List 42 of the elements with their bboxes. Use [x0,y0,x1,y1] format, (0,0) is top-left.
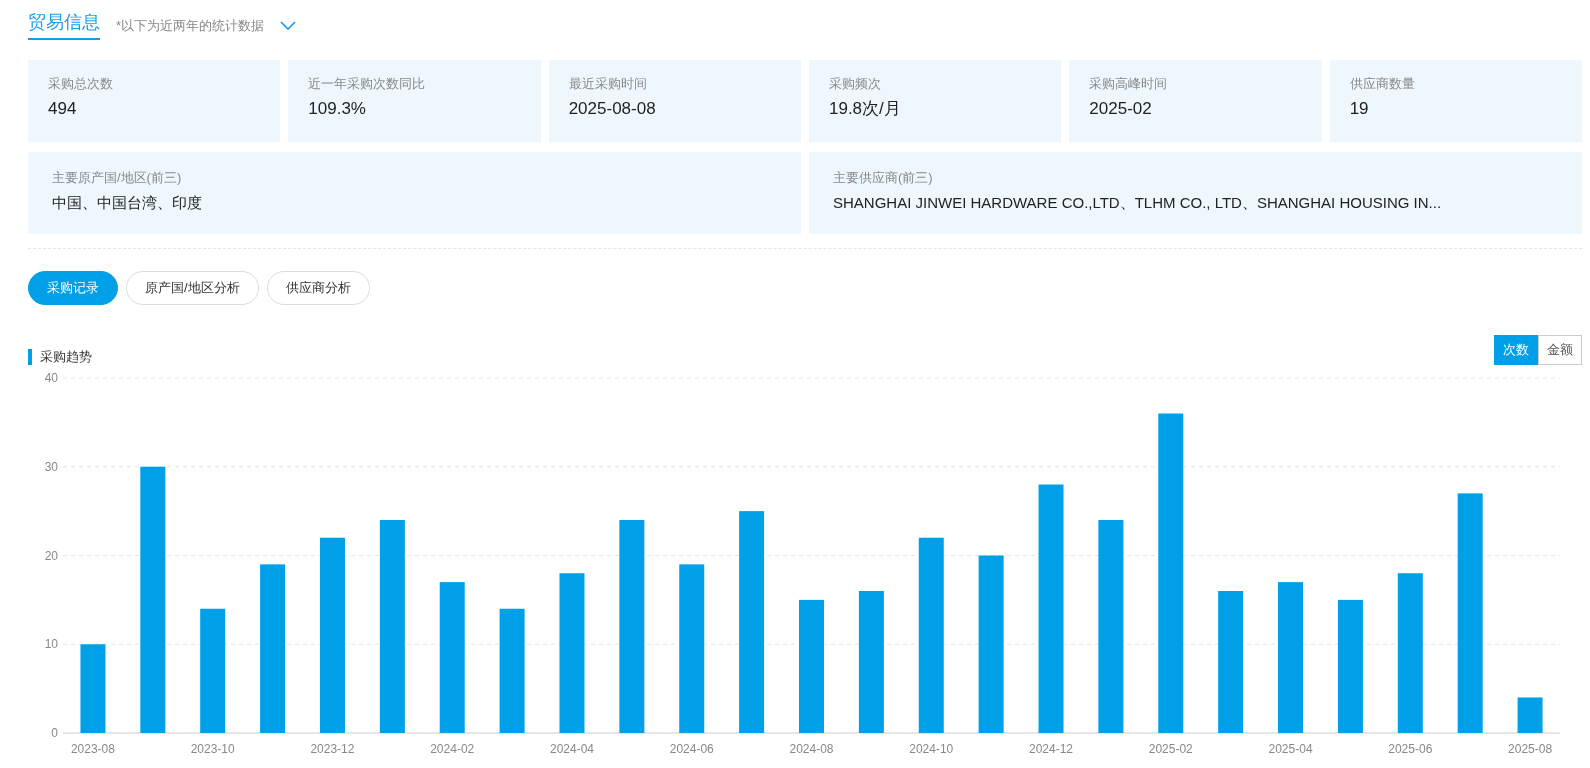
axis-label: 2023-12 [310,741,355,756]
axis-label: 2025-08 [1508,741,1553,756]
axis-label: 2024-02 [430,741,475,756]
stat-label: 近一年采购次数同比 [308,75,427,93]
chevron-down-icon[interactable] [280,21,297,31]
info-value: SHANGHAI JINWEI HARDWARE CO.,LTD、TLHM CO., LTD、SHANGHAI HOUSING IN... [833,192,1443,213]
stat-value: 109.3% [308,97,367,120]
stat-label: 采购总次数 [48,75,114,93]
axis-label: 10 [44,636,58,651]
stat-value: 2025-02 [1089,97,1153,120]
axis-label: 2024-08 [789,741,834,756]
stat-value: 494 [48,97,78,120]
bar [1517,697,1543,733]
info-label: 主要供应商(前三) [833,169,934,187]
stat-label: 采购高峰时间 [1089,75,1169,93]
axis-label: 2024-04 [549,741,594,756]
axis-label: 2024-10 [909,741,954,756]
stat-label: 供应商数量 [1349,75,1416,93]
axis-label: 2025-06 [1388,741,1433,756]
section-title: 贸易信息 [28,12,100,40]
axis-label: 2025-02 [1148,741,1193,756]
axis-label: 2024-12 [1029,741,1074,756]
axis-label: 30 [44,459,58,474]
stat-value: 2025-08-08 [568,97,657,120]
axis-label: 2023-08 [70,741,115,756]
info-value: 中国、中国台湾、印度 [52,192,203,213]
axis-label: 40 [44,370,58,385]
info-label: 主要原产国/地区(前三) [52,169,183,187]
axis-label: 2025-04 [1268,741,1313,756]
axis-label: 2023-10 [190,741,235,756]
axis-label: 2024-06 [669,741,714,756]
chart-title: 采购趋势 [28,348,92,365]
stat-value: 19 [1349,97,1370,120]
tab[interactable]: 供应商分析 [266,271,370,305]
stat-value: 19.8次/月 [829,97,902,120]
toggle-button[interactable]: 金额 [1538,335,1582,365]
stat-label: 采购频次 [829,75,882,93]
axis-label: 20 [44,548,58,562]
stat-label: 最近采购时间 [568,75,648,93]
subtitle: *以下为近两年的统计数据 [116,17,265,36]
axis-label: 0 [51,725,58,740]
tab[interactable]: 原产国/地区分析 [126,271,259,305]
